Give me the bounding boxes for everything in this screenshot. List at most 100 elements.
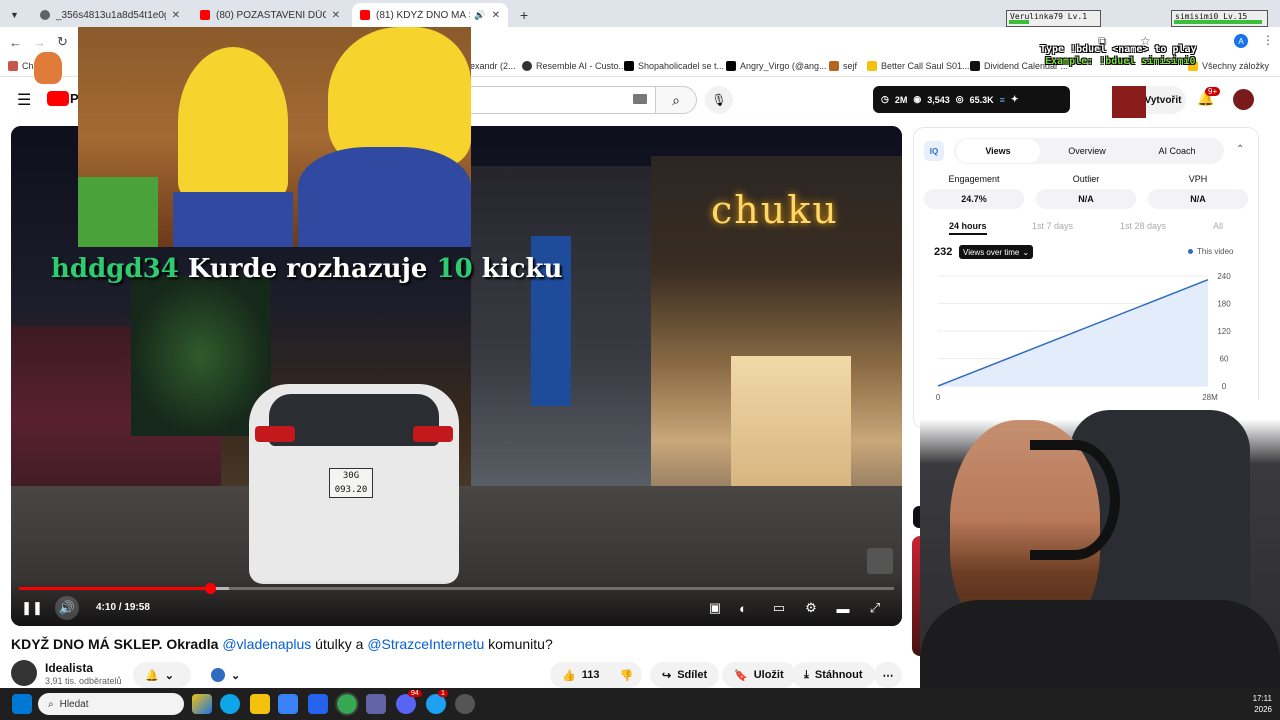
forward-icon[interactable]: → bbox=[33, 35, 46, 50]
title-text: KDYŽ DNO MÁ SKLEP. Okradla bbox=[11, 636, 219, 652]
volume-icon: 🔊 bbox=[58, 600, 76, 615]
tab-search-button[interactable]: ▼ bbox=[4, 3, 28, 27]
search-button[interactable]: ⌕ bbox=[655, 86, 697, 114]
avatar[interactable] bbox=[1233, 89, 1254, 110]
close-icon[interactable]: ✕ bbox=[332, 10, 340, 21]
tab-2[interactable]: (80) POZASTAVENÍ DŮCHODU ✕ bbox=[192, 3, 348, 27]
like-dislike-group[interactable]: 👍 113 👎 bbox=[550, 662, 642, 688]
search-input[interactable] bbox=[470, 86, 656, 114]
stat-views: 65.3K bbox=[969, 94, 994, 105]
mention-link[interactable]: @StrazceInternetu bbox=[367, 636, 484, 652]
youtube-logo-icon[interactable] bbox=[47, 91, 69, 106]
game-hint-example: Example: !bduel simisimi0 bbox=[1045, 56, 1196, 67]
period-tab[interactable]: All bbox=[1213, 221, 1223, 231]
close-icon[interactable]: ✕ bbox=[172, 10, 180, 21]
tab-label: AI Coach bbox=[1158, 146, 1196, 156]
tab-views[interactable]: Views bbox=[956, 139, 1040, 163]
tiktok-icon bbox=[726, 61, 736, 71]
progress-bar[interactable] bbox=[19, 583, 894, 594]
views-dropdown[interactable]: Views over time ⌄ bbox=[959, 245, 1034, 259]
app-icon[interactable] bbox=[426, 694, 446, 714]
chevron-down-icon: ⌄ bbox=[1022, 247, 1030, 257]
fullscreen-button[interactable]: ⤢ bbox=[863, 596, 887, 620]
bookmark-item[interactable]: sejf bbox=[829, 61, 857, 71]
close-icon[interactable]: ✕ bbox=[492, 10, 500, 21]
save-button[interactable]: 🔖 Uložit bbox=[722, 662, 796, 688]
channel-name[interactable]: Idealista bbox=[45, 661, 93, 675]
bookmark-item[interactable]: exandr (2... bbox=[470, 61, 516, 71]
subtitles-icon: ▭ bbox=[772, 600, 786, 615]
back-icon[interactable]: ← bbox=[9, 35, 22, 50]
store-icon[interactable] bbox=[278, 694, 298, 714]
mute-button[interactable]: 🔊 bbox=[55, 596, 79, 620]
tab-1[interactable]: _356s4813u1a8d54t1e0g.tmp ✕ bbox=[32, 3, 188, 27]
copilot-icon[interactable] bbox=[192, 694, 212, 714]
channel-watermark[interactable] bbox=[867, 548, 893, 574]
profile-avatar[interactable]: A bbox=[1234, 34, 1248, 48]
edge-icon[interactable] bbox=[220, 694, 240, 714]
period-tab[interactable]: 1st 28 days bbox=[1120, 221, 1166, 231]
windows-start-icon[interactable] bbox=[12, 694, 32, 714]
speaker-icon[interactable]: 🔊 bbox=[474, 10, 485, 21]
headphones bbox=[1030, 440, 1120, 560]
autoplay-toggle[interactable]: ◐ bbox=[731, 596, 755, 620]
scrubber-handle[interactable] bbox=[204, 583, 216, 594]
more-horizontal-icon: ⋯ bbox=[882, 669, 894, 682]
pause-button[interactable]: ❚❚ bbox=[20, 596, 44, 620]
homer-suit bbox=[298, 147, 471, 247]
file-explorer-icon[interactable] bbox=[250, 694, 270, 714]
steam-icon[interactable] bbox=[455, 694, 475, 714]
mention-link[interactable]: @vladenaplus bbox=[222, 636, 311, 652]
subscriber-count: 3,91 tis. odběratelů bbox=[45, 676, 122, 686]
homer-head bbox=[328, 27, 471, 167]
share-button[interactable]: ↪ Sdílet bbox=[650, 662, 720, 688]
keyboard-icon[interactable] bbox=[633, 94, 647, 104]
period-tab[interactable]: 1st 7 days bbox=[1032, 221, 1073, 231]
reload-icon[interactable]: ↻ bbox=[57, 34, 68, 50]
game-player-card: Verulinka79 Lv.1 bbox=[1006, 10, 1101, 27]
notification-badge: 9+ bbox=[1205, 87, 1221, 96]
period-tab[interactable]: 24 hours bbox=[949, 221, 987, 235]
system-clock[interactable]: 17:11 2026 bbox=[1253, 693, 1272, 715]
vidiq-channel-widget[interactable]: ⌄ bbox=[199, 662, 269, 688]
metric-label: Outlier bbox=[1072, 174, 1100, 184]
videos-icon: ◉ bbox=[913, 94, 922, 104]
thumbs-down-icon[interactable]: 👎 bbox=[619, 669, 633, 682]
hamburger-menu-icon[interactable]: ☰ bbox=[17, 90, 31, 110]
bart-head bbox=[178, 47, 288, 197]
settings-button[interactable]: ⚙ bbox=[799, 596, 823, 620]
subtitles-button[interactable]: ▭ bbox=[767, 596, 791, 620]
vidiq-player-button[interactable]: ▣ bbox=[703, 596, 727, 620]
voice-search-button[interactable]: 🎙 bbox=[705, 86, 733, 114]
kebab-menu-icon[interactable]: ⋮ bbox=[1262, 33, 1274, 47]
mail-icon[interactable] bbox=[308, 694, 328, 714]
theater-mode-button[interactable]: ▬ bbox=[831, 596, 855, 620]
taskbar-search[interactable]: ⌕ Hledat bbox=[38, 693, 184, 715]
more-actions-button[interactable]: ⋯ bbox=[874, 662, 902, 688]
tab-ai-coach[interactable]: AI Coach bbox=[1134, 139, 1220, 163]
bookmark-item[interactable]: Shopaholicadel se t... bbox=[624, 61, 724, 71]
bookmark-item[interactable]: Resemble AI - Custo... bbox=[522, 61, 626, 71]
teams-icon[interactable] bbox=[366, 694, 386, 714]
dropdown-label: Views over time bbox=[963, 247, 1020, 257]
bookmark-item[interactable]: Better Call Saul S01... bbox=[867, 61, 970, 71]
all-bookmarks[interactable]: Všechny záložky bbox=[1188, 61, 1269, 71]
alert-number: 10 bbox=[436, 254, 473, 284]
download-button[interactable]: ⤓ Stáhnout bbox=[792, 662, 875, 688]
discord-icon[interactable] bbox=[396, 694, 416, 714]
x-logo-icon bbox=[624, 61, 634, 71]
tab-3[interactable]: (81) KDYŽ DNO MÁ SKLEP. 🔊 ✕ bbox=[352, 3, 508, 27]
collapse-chevron-icon[interactable]: ⌃ bbox=[1236, 144, 1244, 155]
tab-label: Overview bbox=[1068, 146, 1106, 156]
subscribe-bell-button[interactable]: 🔔 ⌄ bbox=[133, 662, 191, 688]
thumbs-up-icon[interactable]: 👍 bbox=[562, 669, 576, 682]
bookmark-item[interactable]: Angry_Virgo (@ang... bbox=[726, 61, 827, 71]
views-icon: ◎ bbox=[955, 94, 964, 104]
new-tab-button[interactable]: + bbox=[512, 3, 536, 27]
channel-avatar[interactable] bbox=[11, 660, 37, 686]
tab-overview[interactable]: Overview bbox=[1044, 139, 1130, 163]
bart-suit bbox=[173, 192, 293, 247]
vidiq-stats-bar[interactable]: ◷ 2M ◉ 3,543 ◎ 65.3K ≡ ✦ bbox=[873, 86, 1070, 113]
bookmark-icon: 🔖 bbox=[734, 669, 748, 682]
chrome-icon[interactable] bbox=[335, 692, 359, 716]
